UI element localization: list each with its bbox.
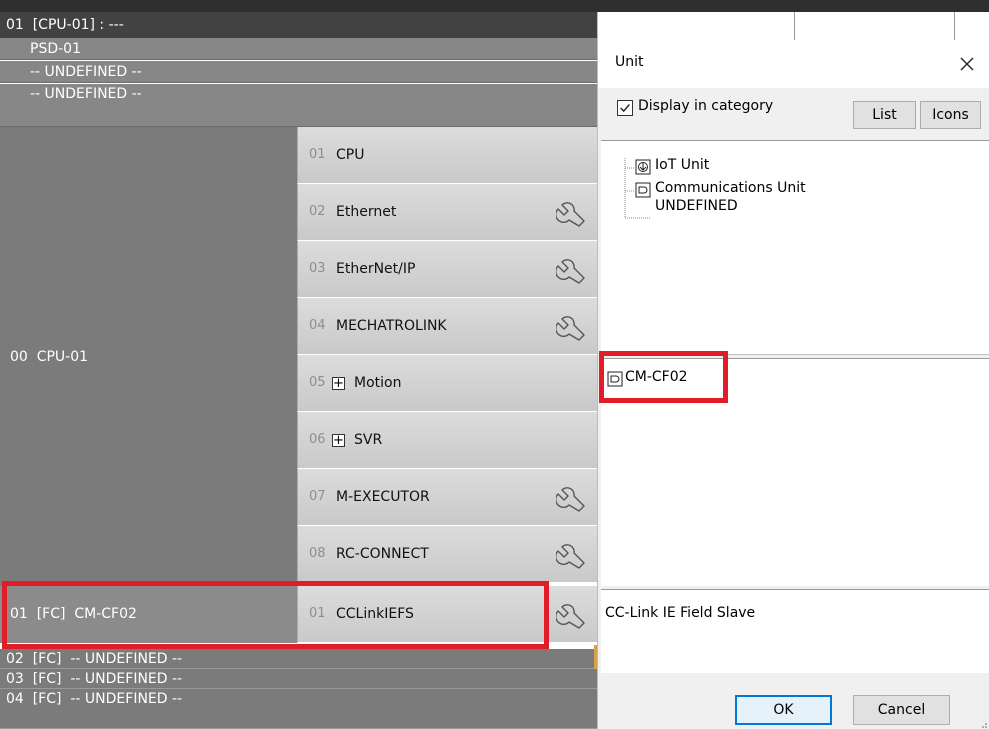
wrench-icon[interactable] [556,600,586,630]
expand-icon[interactable]: + [332,377,345,390]
wrench-icon[interactable] [556,198,586,228]
module-row-rc-connect[interactable]: 08 RC-CONNECT [297,526,597,583]
fc-row-undefined-4[interactable]: 04 [FC] -- UNDEFINED -- [0,689,597,729]
list-view-button[interactable]: List [853,101,916,129]
close-icon[interactable] [953,50,981,78]
fc-row-undefined-2[interactable]: 02 [FC] -- UNDEFINED -- [0,649,597,669]
module-number: 07 [309,489,326,504]
module-number: 02 [309,204,326,219]
dialog-title: Unit [615,54,644,70]
module-name: EtherNet/IP [336,261,416,277]
slot-row-undefined-1[interactable]: -- UNDEFINED -- [0,61,597,83]
wrench-icon[interactable] [556,255,586,285]
tree-item-undefined[interactable]: UNDEFINED [655,198,738,214]
module-number: 04 [309,318,326,333]
dialog-top-grid [598,12,989,40]
module-name: RC-CONNECT [336,546,429,562]
module-number: 05 [309,375,326,390]
module-name: SVR [354,432,383,448]
unit-description-pane: CC-Link IE Field Slave [601,589,989,673]
module-row-cpu[interactable]: 01 CPU [297,127,597,184]
unit-dialog: Unit Display in category List Icons IoT … [597,12,989,729]
top-strip [0,0,597,12]
ok-button[interactable]: OK [735,695,832,725]
top-strip-right [597,0,989,12]
slot-row-psd[interactable]: PSD-01 [0,38,597,60]
fc-row-undefined-3[interactable]: 03 [FC] -- UNDEFINED -- [0,669,597,689]
module-number: 06 [309,432,326,447]
display-in-category-checkbox[interactable] [617,100,633,116]
module-name: Motion [354,375,402,391]
resize-grip-icon[interactable] [978,719,988,729]
module-name: CPU [336,147,365,163]
iot-unit-icon [635,159,651,175]
rack-header: 01 [CPU-01] : --- [0,12,597,38]
wrench-icon[interactable] [556,483,586,513]
module-number: 08 [309,546,326,561]
module-row-mechatrolink[interactable]: 04 MECHATROLINK [297,298,597,355]
module-row-ethernet-ip[interactable]: 03 EtherNet/IP [297,241,597,298]
module-name: MECHATROLINK [336,318,447,334]
dialog-title-bar: Unit [598,40,989,88]
tree-item-label: Communications Unit [655,180,806,196]
unit-description-text: CC-Link IE Field Slave [605,605,756,621]
module-name: M-EXECUTOR [336,489,430,505]
display-in-category-label: Display in category [638,98,774,114]
communications-unit-icon [635,182,651,198]
icons-view-button[interactable]: Icons [920,101,981,129]
slot-row-undefined-2[interactable]: -- UNDEFINED -- [0,84,597,127]
checkmark-icon [620,104,630,113]
module-row-motion[interactable]: 05 + Motion [297,355,597,412]
tree-item-label: IoT Unit [655,157,710,173]
highlight-box-fc-row [2,581,549,649]
cpu-label: 00 CPU-01 [10,349,89,365]
module-number: 01 [309,147,326,162]
dialog-footer: OK Cancel [598,673,989,729]
wrench-icon[interactable] [556,540,586,570]
grid-divider [954,12,955,40]
module-row-m-executor[interactable]: 07 M-EXECUTOR [297,469,597,526]
highlight-box-unit-item [599,351,728,403]
module-row-ethernet[interactable]: 02 Ethernet [297,184,597,241]
module-name: Ethernet [336,204,397,220]
module-number: 03 [309,261,326,276]
category-row: Display in category List Icons [598,88,989,144]
unit-category-tree[interactable]: IoT Unit Communications Unit UNDEFINED [601,140,989,355]
expand-icon[interactable]: + [332,434,345,447]
wrench-icon[interactable] [556,312,586,342]
grid-divider [794,12,795,40]
cancel-button[interactable]: Cancel [853,695,950,725]
module-row-svr[interactable]: 06 + SVR [297,412,597,469]
